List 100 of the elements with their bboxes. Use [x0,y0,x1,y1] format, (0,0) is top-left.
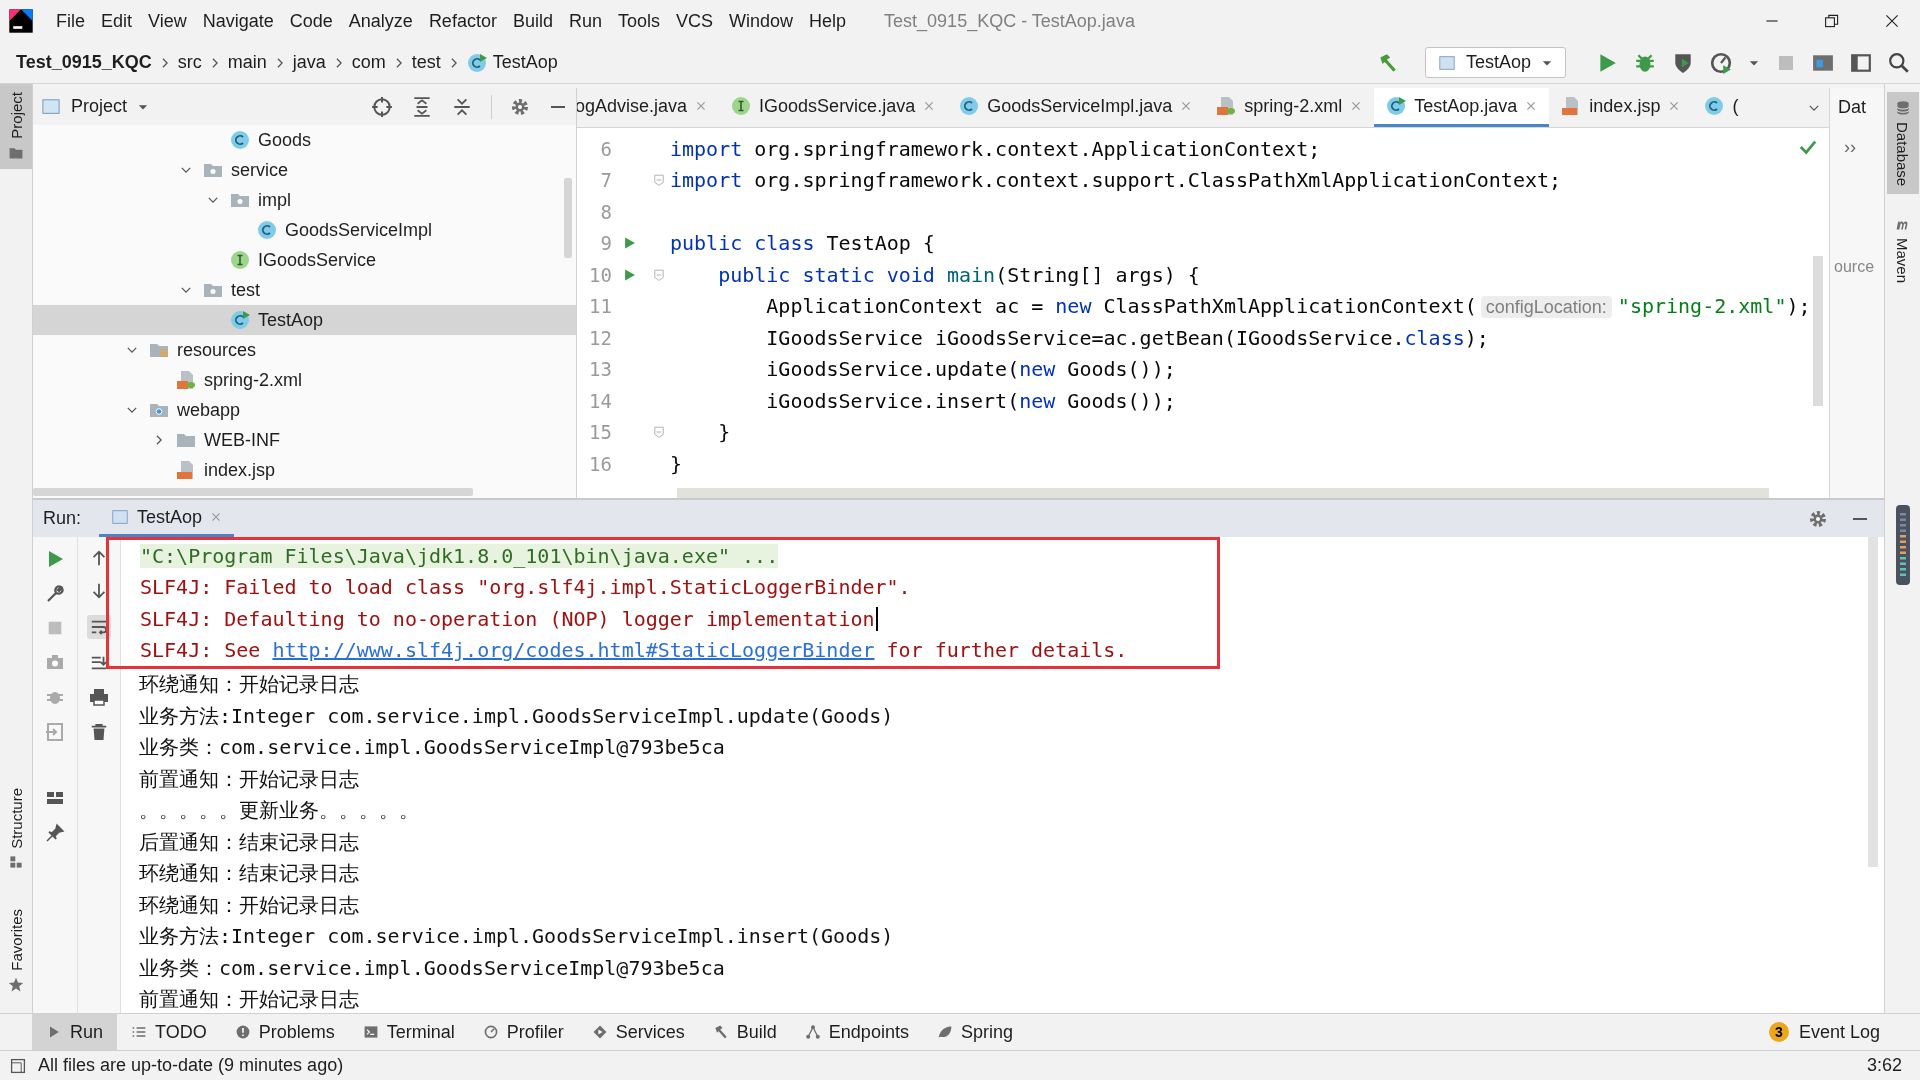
breadcrumb[interactable]: java [292,52,326,73]
tool-window-button[interactable]: Endpoints [790,1014,923,1050]
fold-marker-icon[interactable] [653,173,665,188]
app-logo-icon [8,8,34,34]
tool-window-tab[interactable]: Favorites [0,901,32,1001]
menu-item[interactable]: VCS [668,10,721,32]
tool-window-button[interactable]: Terminal [348,1014,469,1050]
tool-window-tab[interactable]: Structure [0,780,32,878]
editor-tab[interactable]: ( [1692,88,1751,127]
tool-window-button[interactable]: Run [32,1014,118,1050]
tool-window-button[interactable]: Spring [922,1014,1027,1050]
scrollbar[interactable] [564,178,572,258]
menu-item[interactable]: View [140,10,195,32]
menu-item[interactable]: Window [721,10,802,32]
project-view-dropdown[interactable]: Project [41,96,150,117]
breadcrumb[interactable]: test [411,52,441,73]
code-line: ApplicationContext ac = new ClassPathXmlApplicationContext( configLocation: "spring-2.xml"); [765,294,1811,319]
breadcrumb[interactable]: src [177,52,202,73]
scrollbar[interactable] [1868,537,1878,867]
scrollbar[interactable] [33,488,473,496]
coverage-icon[interactable] [1672,51,1694,74]
tool-window-tab[interactable]: Project [0,84,32,169]
console-icon [111,508,130,526]
menu-item[interactable]: Tools [609,10,668,32]
tool-window-tab[interactable]: Database [1886,92,1919,195]
scroll-to-end-icon[interactable] [90,654,108,672]
close-icon[interactable] [1884,13,1900,29]
link[interactable]: http://www.slf4j.org/codes.html#StaticLoggerBinder [272,638,875,663]
tree-item[interactable]: TestAop [33,305,576,335]
editor-tab[interactable]: GoodsServiceImpl.java [947,88,1205,127]
editor-tab[interactable]: IGoodsService.java [719,88,948,127]
scrollbar[interactable] [1813,256,1823,406]
event-log-button[interactable]: 3 Event Log [1768,1021,1920,1043]
tree-item[interactable]: test [33,275,576,305]
menu-item[interactable]: Analyze [340,10,421,32]
tool-window-button[interactable]: Build [698,1014,791,1050]
soft-wrap-button[interactable] [87,615,111,639]
tree-item[interactable]: GoodsServiceImpl [33,215,576,245]
restore-icon[interactable] [1824,13,1840,29]
tool-window-button[interactable]: Services [577,1014,699,1050]
run-tab[interactable]: TestAop [99,500,235,537]
breadcrumb[interactable]: com [351,52,386,73]
print-icon[interactable] [89,687,109,707]
caret-position[interactable]: 3:62 [1866,1055,1910,1076]
tool-window-tab[interactable]: Maven [1886,208,1919,292]
code-line: import org.springframework.context.ApplicationContext; [670,136,1321,161]
fold-marker-icon[interactable] [653,425,665,440]
breadcrumb[interactable]: Test_0915_KQC [16,52,152,73]
check-icon [1799,138,1817,156]
up-arrow-icon[interactable] [90,549,108,567]
console-line: 环绕通知：开始记录日志 [139,891,359,919]
panel-toggle-icon[interactable] [10,1057,26,1074]
profiler-icon[interactable] [1710,51,1732,74]
editor-tab[interactable]: index.jsp [1549,88,1693,127]
tree-item[interactable]: index.jsp [33,455,576,485]
menu-item[interactable]: Run [560,10,610,32]
menu-item[interactable]: Refactor [420,10,505,32]
menu-item[interactable]: File [48,10,93,32]
menu-item[interactable]: Navigate [194,10,282,32]
tree-item[interactable]: spring-2.xml [33,365,576,395]
tree-item[interactable]: WEB-INF [33,425,576,455]
line-number: 15 [588,421,612,444]
console-line: 环绕通知：开始记录日志 [139,671,359,699]
line-number: 6 [599,137,612,160]
menu-item[interactable]: Build [504,10,561,32]
tool-window-button[interactable]: Profiler [468,1014,578,1050]
expand-button[interactable]: ›› [1830,127,1856,158]
layout-icon[interactable] [1850,51,1872,74]
tree-item[interactable]: Goods [33,125,576,155]
pin-icon[interactable] [45,823,65,843]
line-number: 7 [599,169,612,192]
tree-item[interactable]: resources [33,335,576,365]
expand-all-icon[interactable] [411,95,433,118]
console-line: 业务类：com.service.impl.GoodsServiceImpl@793be5ca [139,734,725,762]
memory-meter-icon [1895,505,1910,586]
locate-icon[interactable] [371,95,393,118]
tool-window-button[interactable]: Problems [220,1014,349,1050]
trash-icon[interactable] [90,722,108,742]
run-config-dropdown[interactable]: TestAop [1424,47,1566,78]
menu-item[interactable]: Help [801,10,855,32]
tree-item[interactable]: IGoodsService [33,245,576,275]
breadcrumb[interactable]: TestAop [466,52,558,73]
scrollbar[interactable] [677,488,1769,498]
tree-item[interactable]: service [33,155,576,185]
menu-item[interactable]: Edit [93,10,141,32]
menu-item[interactable]: Code [281,10,341,32]
tree-item[interactable]: webapp [33,395,576,425]
xml-file-icon [1216,96,1237,116]
down-arrow-icon[interactable] [90,582,108,600]
breadcrumb[interactable]: main [227,52,267,73]
settings-icon[interactable] [510,96,530,117]
fold-marker-icon[interactable] [653,267,665,282]
panel-tab[interactable]: Dat [1830,88,1866,127]
tree-item[interactable]: impl [33,185,576,215]
editor-tab[interactable]: spring-2.xml [1204,88,1375,127]
settings-icon[interactable] [1808,508,1828,529]
search-icon[interactable] [1888,51,1910,74]
tool-window-button[interactable]: TODO [117,1014,221,1050]
line-number: 9 [599,232,612,255]
editor-tab[interactable]: TestAop.java [1374,88,1550,127]
